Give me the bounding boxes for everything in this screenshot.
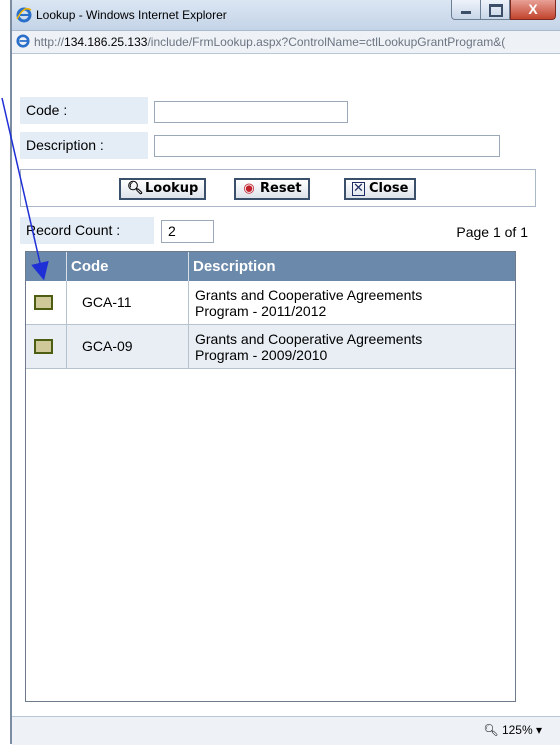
annotation-arrow: [1, 97, 49, 281]
